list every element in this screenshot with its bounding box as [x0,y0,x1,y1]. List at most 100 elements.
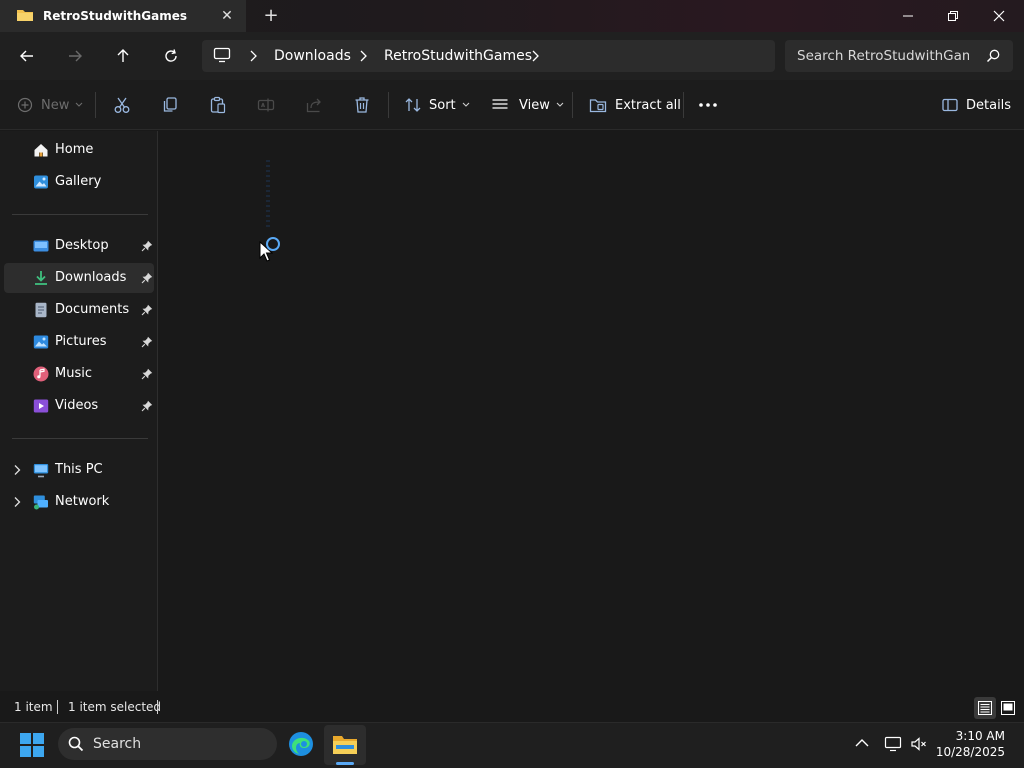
video-icon [33,399,49,413]
chevron-right-icon[interactable] [248,50,258,62]
sidebar-item-network[interactable]: Network [4,487,154,517]
back-button[interactable] [15,44,39,68]
chevron-up-icon[interactable] [855,738,869,748]
file-explorer-taskbar-button[interactable] [324,725,366,765]
chevron-right-icon[interactable] [358,50,368,62]
home-icon [34,144,48,157]
gallery-icon [34,175,48,189]
sidebar-item-music[interactable]: Music [4,359,154,389]
loading-trail [266,160,270,230]
rename-icon [257,98,275,112]
chevron-down-icon [462,102,470,107]
large-icons-view-button[interactable] [997,697,1019,719]
restore-button[interactable] [930,0,976,32]
toolbar-separator [572,92,573,118]
pin-icon[interactable] [141,304,153,316]
copy-button[interactable] [161,93,179,117]
delete-button[interactable] [353,93,371,117]
new-button[interactable]: New [17,93,83,117]
windows-start-icon[interactable] [20,733,44,757]
sort-button[interactable]: Sort [404,93,470,117]
minimize-icon [903,15,913,17]
clock-date: 10/28/2025 [935,745,1005,759]
minimize-button[interactable] [885,0,931,32]
details-pane-icon [942,98,958,112]
details-label: Details [966,97,1012,113]
rename-button[interactable] [257,93,275,117]
pin-icon[interactable] [141,272,153,284]
network-status-icon[interactable] [884,735,902,753]
search-box[interactable]: Search RetroStudwithGames [785,40,1013,72]
large-icons-view-icon [1001,701,1015,715]
restore-icon [948,11,958,21]
chevron-right-icon[interactable] [530,50,540,62]
pictures-icon [33,335,49,349]
sidebar-item-this-pc[interactable]: This PC [4,455,154,485]
sidebar-item-label: Documents [55,302,130,317]
extract-all-button[interactable]: Extract all [589,93,681,117]
details-view-button[interactable] [974,697,996,719]
paste-icon [210,96,226,114]
cut-button[interactable] [113,93,131,117]
monitor-icon[interactable] [213,47,231,63]
breadcrumb-downloads[interactable]: Downloads [274,48,351,64]
forward-button[interactable] [63,44,87,68]
new-tab-icon[interactable]: + [262,7,280,25]
up-arrow-icon [117,49,129,62]
folder-icon [17,10,33,21]
volume-muted-icon[interactable] [910,735,928,753]
title-bar: RetroStudwithGames ✕ + [0,0,1024,32]
document-icon [35,302,47,318]
desktop-icon [33,240,49,252]
extract-folder-icon [589,99,607,113]
share-button[interactable] [305,93,323,117]
chevron-down-icon [556,102,564,107]
close-window-button[interactable] [976,0,1022,32]
pin-icon[interactable] [141,240,153,252]
system-clock[interactable]: 3:10 AM 10/28/2025 [936,728,1005,760]
view-button[interactable]: View [491,93,564,117]
sidebar-item-gallery[interactable]: Gallery [4,167,154,197]
search-icon[interactable] [986,49,1000,63]
pc-icon [33,464,49,478]
sidebar-item-downloads[interactable]: Downloads [4,263,154,293]
sidebar-item-pictures[interactable]: Pictures [4,327,154,357]
sidebar-item-label: Pictures [55,334,107,349]
breadcrumb-retrostudwithgames[interactable]: RetroStudwithGames [384,48,532,64]
file-list-area[interactable] [159,131,1024,691]
sidebar-item-videos[interactable]: Videos [4,391,154,421]
edge-browser-icon[interactable] [288,731,314,757]
sidebar-item-label: Gallery [55,174,102,189]
sidebar-divider [12,214,148,215]
pin-icon[interactable] [141,368,153,380]
sidebar-item-home[interactable]: Home [4,135,154,165]
paste-button[interactable] [209,93,227,117]
file-explorer-icon [333,736,357,754]
window-tab[interactable]: RetroStudwithGames ✕ [0,0,246,32]
navigation-pane: Home Gallery Desktop Downloads Documents… [0,131,158,691]
sidebar-item-desktop[interactable]: Desktop [4,231,154,261]
up-button[interactable] [111,44,135,68]
download-icon [35,271,47,285]
taskbar-search-label: Search [93,736,142,752]
search-input[interactable]: Search RetroStudwithGames [797,48,969,64]
sidebar-item-label: Desktop [55,238,109,253]
more-options-button[interactable] [698,93,718,117]
refresh-button[interactable] [159,44,183,68]
chevron-right-icon[interactable] [12,496,22,508]
sidebar-item-documents[interactable]: Documents [4,295,154,325]
sidebar-item-label: Network [55,494,110,509]
details-pane-button[interactable]: Details [942,93,1011,117]
forward-arrow-icon [69,50,82,62]
taskbar-search[interactable]: Search [58,728,277,760]
sidebar-divider [12,438,148,439]
more-icon [699,103,717,107]
sidebar-item-label: Home [55,142,94,157]
copy-icon [163,97,177,112]
chevron-right-icon[interactable] [12,464,22,476]
pin-icon[interactable] [141,336,153,348]
tab-close-icon[interactable]: ✕ [219,8,235,24]
toolbar-separator [95,92,96,118]
search-icon [68,736,84,752]
pin-icon[interactable] [141,400,153,412]
